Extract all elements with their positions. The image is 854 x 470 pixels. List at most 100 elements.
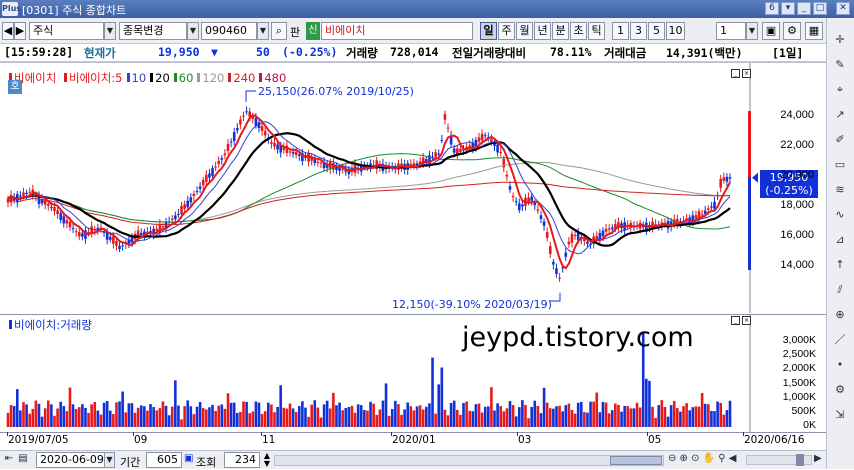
- volume-bar: [648, 380, 651, 427]
- interval-button[interactable]: 3: [630, 22, 647, 40]
- candle-body: [601, 230, 605, 237]
- grid-icon[interactable]: ▦: [805, 22, 823, 40]
- pane-minimize-icon[interactable]: _: [731, 69, 740, 78]
- date-tick: [7, 432, 8, 436]
- view-icon[interactable]: ▣: [184, 453, 193, 464]
- arrow-up-icon[interactable]: ↑: [828, 255, 852, 275]
- period-button[interactable]: 초: [570, 22, 587, 40]
- stock-code-dropdown-icon[interactable]: ▼: [257, 22, 269, 40]
- maximize-icon[interactable]: □: [813, 2, 827, 15]
- settings-icon[interactable]: ⚙: [828, 380, 852, 400]
- line-icon[interactable]: ／: [828, 330, 852, 350]
- scrollbar-thumb[interactable]: [610, 456, 662, 465]
- volume-bar: [270, 404, 273, 427]
- window-prev-icon[interactable]: ▾: [781, 2, 795, 15]
- volume-bar: [369, 401, 372, 427]
- view-spinner[interactable]: ▲ ▼: [262, 452, 272, 468]
- gann-icon[interactable]: ⊿: [828, 230, 852, 250]
- market-dropdown-icon[interactable]: ▼: [104, 22, 116, 40]
- scroll-right-icon[interactable]: ▶: [814, 453, 822, 464]
- cross-icon[interactable]: ✛: [828, 30, 852, 50]
- volume-bar: [595, 392, 599, 427]
- date-label: 09: [134, 434, 148, 446]
- date-input[interactable]: 2020-06-09: [36, 452, 114, 468]
- box-icon[interactable]: ▭: [828, 155, 852, 175]
- period-label: 기간: [120, 456, 141, 469]
- interval-button[interactable]: 1: [612, 22, 629, 40]
- volume-bar: [328, 408, 332, 427]
- period-input[interactable]: 605: [146, 452, 182, 468]
- tool-icon[interactable]: ✎: [828, 55, 852, 75]
- price-pane[interactable]: [0, 62, 826, 313]
- search-icon[interactable]: ⌕: [271, 22, 287, 40]
- zoom-controls[interactable]: ⊖ ⊕ ⊙ ✋ ⚲ ◀: [668, 453, 737, 464]
- date-tick: [517, 432, 518, 436]
- candle-body: [77, 232, 81, 237]
- volume-tick-label: 500K: [791, 404, 816, 417]
- candle-body: [437, 153, 441, 155]
- volume-bar: [669, 405, 673, 427]
- channel-icon[interactable]: ⫽: [828, 280, 852, 300]
- volume-pane-minimize-icon[interactable]: _: [731, 316, 740, 325]
- date-dropdown-icon[interactable]: ▼: [104, 452, 115, 468]
- date-tick: [391, 432, 392, 436]
- code-change-select[interactable]: 종목변경: [119, 22, 187, 40]
- volume-bar: [356, 404, 360, 427]
- market-select[interactable]: 주식: [29, 22, 104, 40]
- calendar-icon[interactable]: ▤: [16, 453, 30, 467]
- scroll-first-icon[interactable]: ⇤: [2, 453, 16, 467]
- y-tick-label: 18,000: [780, 199, 814, 211]
- legend-swatch: [63, 73, 67, 82]
- view-input[interactable]: 234: [224, 452, 260, 468]
- period-button[interactable]: 년: [534, 22, 551, 40]
- nav-right-icon[interactable]: ▶: [14, 22, 26, 40]
- volume-bar: [155, 410, 159, 427]
- nav-left-icon[interactable]: ◀: [2, 22, 14, 40]
- period-button[interactable]: 틱: [588, 22, 605, 40]
- minimize-icon[interactable]: _: [797, 2, 811, 15]
- volume-bar: [604, 402, 608, 427]
- code-change-dropdown-icon[interactable]: ▼: [187, 22, 199, 40]
- interval-button[interactable]: 5: [648, 22, 665, 40]
- volume-bar: [22, 402, 25, 427]
- fib-icon[interactable]: ≋: [828, 180, 852, 200]
- volume-bar: [561, 411, 564, 427]
- period-button[interactable]: 주: [498, 22, 515, 40]
- volume-bar: [310, 404, 313, 427]
- candle-body: [304, 156, 307, 158]
- count-input[interactable]: 1: [716, 22, 746, 40]
- volume-bar: [133, 412, 137, 427]
- volume-bar: [347, 407, 351, 427]
- interval-button[interactable]: 10: [666, 22, 685, 40]
- close-icon[interactable]: ✕: [836, 2, 850, 15]
- amount-value: 14,391(백만): [666, 46, 743, 60]
- wave-icon[interactable]: ∿: [828, 205, 852, 225]
- pen-icon[interactable]: ✐: [828, 130, 852, 150]
- zoom-slider-thumb[interactable]: [796, 454, 804, 466]
- volume-pane-close-icon[interactable]: ×: [742, 316, 751, 325]
- candle-body: [53, 207, 56, 212]
- volume-pane[interactable]: [0, 314, 826, 433]
- count-dropdown-icon[interactable]: ▼: [746, 22, 758, 40]
- export-icon[interactable]: ⇲: [828, 405, 852, 425]
- period-button[interactable]: 월: [516, 22, 533, 40]
- window-number-button[interactable]: 6: [765, 2, 779, 15]
- price-chart[interactable]: [0, 63, 826, 313]
- volume-chart[interactable]: [0, 315, 826, 433]
- trend-icon[interactable]: ↗: [828, 105, 852, 125]
- period-button[interactable]: 분: [552, 22, 569, 40]
- crosshair-icon[interactable]: ⌖: [828, 80, 852, 100]
- volume-bar: [468, 410, 472, 427]
- pane-close-icon[interactable]: ×: [742, 69, 751, 78]
- volume-bar: [617, 404, 620, 427]
- dot-icon[interactable]: •: [828, 355, 852, 375]
- settings-icon[interactable]: ⚙: [783, 22, 801, 40]
- period-button[interactable]: 일: [480, 22, 497, 40]
- scrollbar-track[interactable]: [274, 455, 664, 466]
- volume-bar: [645, 378, 648, 427]
- save-icon[interactable]: ▣: [762, 22, 780, 40]
- quote-bar: [15:59:28] 현재가 19,950 ▼ 50 (-0.25%) 거래량 …: [0, 44, 826, 62]
- stock-code-input[interactable]: 090460: [201, 22, 257, 40]
- zoom-icon[interactable]: ⊕: [828, 305, 852, 325]
- volume-bar: [254, 401, 258, 427]
